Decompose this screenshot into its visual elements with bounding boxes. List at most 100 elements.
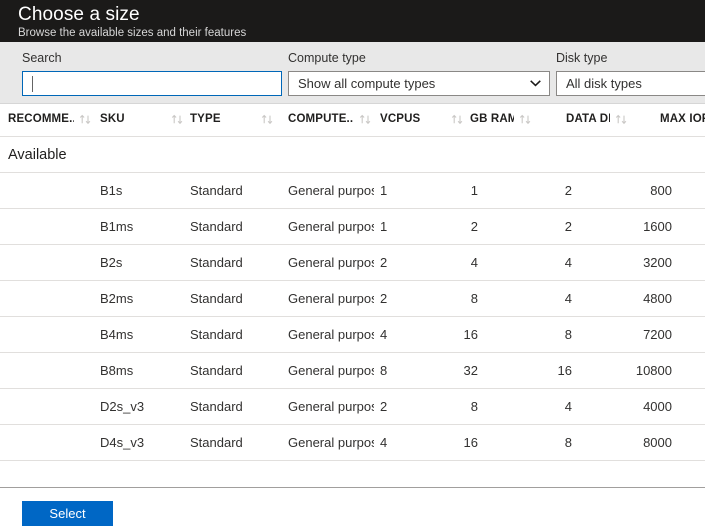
cell-sku: D4s_v3 — [100, 425, 180, 461]
disk-type-value: All disk types — [566, 76, 642, 91]
cell-recommended — [8, 317, 94, 353]
table-row[interactable]: B8ms Standard General purpos832 16 10800 — [0, 353, 705, 389]
cell-type: Standard — [190, 209, 270, 245]
column-header-gb-ram[interactable]: GB RAM — [470, 113, 532, 125]
cell-data-disks: 16 — [512, 353, 572, 389]
text-caret — [32, 76, 33, 92]
cell-sku: B4ms — [100, 317, 180, 353]
cell-max-iops: 10800 — [610, 353, 672, 389]
column-header-compute-type[interactable]: COMPUTE... — [288, 113, 374, 125]
search-input[interactable] — [22, 71, 282, 96]
cell-max-iops: 3200 — [610, 245, 672, 281]
cell-compute: General purpos — [288, 389, 374, 425]
column-header-label: VCPUS — [380, 113, 446, 125]
sort-arrows-icon[interactable] — [615, 114, 628, 125]
cell-compute: General purpos — [288, 209, 374, 245]
cell-max-iops: 4000 — [610, 389, 672, 425]
table-header-row: RECOMME... SKU TYPE — [0, 104, 705, 137]
column-header-label: COMPUTE... — [288, 113, 354, 125]
column-header-label: RECOMME... — [8, 113, 74, 125]
column-header-max-iops[interactable]: MAX IOP — [660, 113, 705, 125]
cell-max-iops: 800 — [610, 173, 672, 209]
compute-type-label: Compute type — [288, 50, 550, 67]
cell-type: Standard — [190, 425, 270, 461]
cell-vcpus: 2 — [380, 281, 420, 317]
cell-type: Standard — [190, 173, 270, 209]
search-label: Search — [22, 50, 282, 67]
column-header-label: GB RAM — [470, 113, 514, 125]
cell-recommended — [8, 281, 94, 317]
table-row[interactable]: B1sStandardGeneral purpos112800 — [0, 173, 705, 209]
column-header-label: MAX IOP — [660, 113, 705, 125]
cell-recommended — [8, 389, 94, 425]
cell-sku: B8ms — [100, 353, 180, 389]
table-row[interactable]: B2sStandardGeneral purpos2443200 — [0, 245, 705, 281]
column-header-type[interactable]: TYPE — [190, 113, 278, 125]
sort-arrows-icon[interactable] — [359, 114, 372, 125]
cell-recommended — [8, 245, 94, 281]
cell-sku: B2ms — [100, 281, 180, 317]
cell-compute: General purpos — [288, 281, 374, 317]
cell-sku: B2s — [100, 245, 180, 281]
cell-type: Standard — [190, 317, 270, 353]
cell-ram: 8 — [418, 281, 478, 317]
cell-ram: 32 — [418, 353, 478, 389]
sizes-table: RECOMME... SKU TYPE — [0, 104, 705, 487]
cell-ram: 2 — [418, 209, 478, 245]
compute-type-dropdown[interactable]: Show all compute types — [288, 71, 550, 96]
page-subtitle: Browse the available sizes and their fea… — [18, 26, 705, 41]
cell-type: Standard — [190, 389, 270, 425]
table-body: B1sStandardGeneral purpos112800B1msStand… — [0, 173, 705, 461]
cell-sku: B1s — [100, 173, 180, 209]
cell-ram: 1 — [418, 173, 478, 209]
disk-type-field-group: Disk type All disk types — [556, 50, 705, 96]
column-header-data-disks[interactable]: DATA DISKS — [566, 113, 628, 125]
cell-vcpus: 4 — [380, 317, 420, 353]
cell-vcpus: 8 — [380, 353, 420, 389]
column-header-sku[interactable]: SKU — [100, 113, 188, 125]
cell-data-disks: 2 — [512, 209, 572, 245]
cell-vcpus: 2 — [380, 245, 420, 281]
cell-max-iops: 4800 — [610, 281, 672, 317]
filter-bar: Search Compute type Show all compute typ… — [0, 42, 705, 104]
cell-max-iops: 8000 — [610, 425, 672, 461]
table-row[interactable]: D4s_v3StandardGeneral purpos41688000 — [0, 425, 705, 461]
cell-type: Standard — [190, 245, 270, 281]
cell-type: Standard — [190, 353, 270, 389]
sort-arrows-icon[interactable] — [261, 114, 274, 125]
cell-sku: D2s_v3 — [100, 389, 180, 425]
cell-vcpus: 1 — [380, 173, 420, 209]
group-label: Available — [8, 147, 67, 163]
table-row[interactable]: B2ms Standard General purpos284 4800 — [0, 281, 705, 317]
cell-data-disks: 8 — [512, 425, 572, 461]
sort-arrows-icon[interactable] — [519, 114, 532, 125]
sort-arrows-icon[interactable] — [451, 114, 464, 125]
cell-sku: B1ms — [100, 209, 180, 245]
cell-type: Standard — [190, 281, 270, 317]
cell-compute: General purpos — [288, 353, 374, 389]
cell-recommended — [8, 173, 94, 209]
disk-type-dropdown[interactable]: All disk types — [556, 71, 705, 96]
cell-vcpus: 2 — [380, 389, 420, 425]
sort-arrows-icon[interactable] — [171, 114, 184, 125]
column-header-label: DATA DISKS — [566, 113, 610, 125]
table-group-header: Available — [0, 137, 705, 173]
cell-max-iops: 7200 — [610, 317, 672, 353]
cell-data-disks: 2 — [512, 173, 572, 209]
cell-ram: 16 — [418, 425, 478, 461]
cell-ram: 8 — [418, 389, 478, 425]
blade-footer: Select — [0, 487, 705, 530]
table-row[interactable]: D2s_v3StandardGeneral purpos2844000 — [0, 389, 705, 425]
select-button[interactable]: Select — [22, 501, 113, 526]
table-row[interactable]: B4msStandardGeneral purpos41687200 — [0, 317, 705, 353]
cell-recommended — [8, 425, 94, 461]
table-row[interactable]: B1msStandardGeneral purpos1221600 — [0, 209, 705, 245]
column-header-recommended[interactable]: RECOMME... — [8, 113, 94, 125]
cell-recommended — [8, 209, 94, 245]
cell-vcpus: 4 — [380, 425, 420, 461]
cell-vcpus: 1 — [380, 209, 420, 245]
cell-data-disks: 4 — [512, 281, 572, 317]
column-header-vcpus[interactable]: VCPUS — [380, 113, 468, 125]
cell-data-disks: 8 — [512, 317, 572, 353]
sort-arrows-icon[interactable] — [79, 114, 92, 125]
